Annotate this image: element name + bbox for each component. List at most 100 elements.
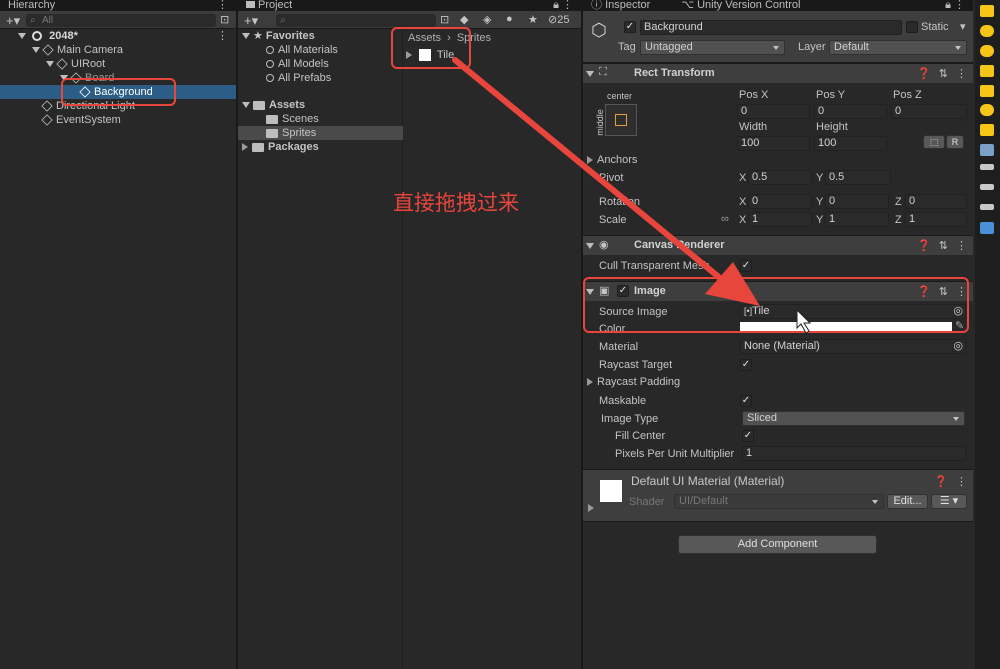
help-icon[interactable]: ❓ <box>917 240 931 252</box>
more-icon[interactable]: 🔒︎ ⋮ <box>945 0 965 11</box>
object-name-input[interactable]: Background <box>640 20 902 35</box>
anchor-preset-button[interactable] <box>605 104 637 136</box>
hierarchy-tab[interactable]: Hierarchy ⋮ <box>0 0 236 11</box>
expand-icon[interactable] <box>242 143 248 152</box>
folder-scenes[interactable]: Scenes <box>266 112 319 126</box>
file-tile[interactable]: Tile <box>406 48 454 62</box>
favorite-all-prefabs[interactable]: All Prefabs <box>266 71 331 85</box>
help-icon[interactable]: ❓ <box>934 476 948 488</box>
expand-icon[interactable] <box>406 51 412 60</box>
pos-x-input[interactable]: 0 <box>737 104 810 119</box>
drive-icon[interactable] <box>980 204 994 210</box>
drive-icon[interactable] <box>980 184 994 190</box>
folder-icon[interactable] <box>980 124 994 136</box>
width-input[interactable]: 100 <box>737 136 810 151</box>
more-icon[interactable]: ⋮ <box>956 68 967 80</box>
tab-version-control[interactable]: Unity Version Control <box>697 0 800 11</box>
color-swatch[interactable] <box>740 322 952 332</box>
hierarchy-item-main-camera[interactable]: Main Camera <box>0 43 236 57</box>
static-checkbox[interactable] <box>906 21 918 33</box>
expand-icon[interactable] <box>242 33 250 40</box>
pivot-y-input[interactable]: 0.5 <box>825 170 891 185</box>
network-icon[interactable] <box>980 222 994 234</box>
more-icon[interactable]: ⋮ <box>217 0 228 11</box>
scene-filter-icon[interactable]: ⊡ <box>220 13 229 26</box>
pivot-x-input[interactable]: 0.5 <box>748 170 812 185</box>
search-by-type-icon[interactable]: ⊡ <box>440 13 449 26</box>
layer-dropdown[interactable]: Default <box>829 40 967 55</box>
shader-options-button[interactable]: ☰ ▾ <box>931 494 967 509</box>
expand-icon[interactable] <box>46 61 54 68</box>
expand-icon[interactable] <box>60 75 68 82</box>
link-icon[interactable]: ∞ <box>721 213 729 225</box>
play-icon[interactable] <box>980 45 994 57</box>
shader-dropdown[interactable]: UI/Default <box>674 494 884 509</box>
expand-icon[interactable] <box>18 33 26 40</box>
expand-icon[interactable] <box>587 378 593 387</box>
folder-icon[interactable] <box>980 85 994 97</box>
folder-sprites[interactable]: Sprites <box>238 126 403 140</box>
hierarchy-item-uiroot[interactable]: UIRoot <box>0 57 236 71</box>
hierarchy-search-input[interactable]: ⌕ All <box>26 14 216 27</box>
alert-icon[interactable]: ● <box>506 13 513 25</box>
preset-icon[interactable]: ⇅ <box>939 286 948 298</box>
blueprint-mode-button[interactable]: ⬚ <box>923 135 945 149</box>
more-icon[interactable]: ⋮ <box>956 286 967 298</box>
rect-transform-header[interactable]: ⛶ Rect Transform ❓ ⇅ ⋮ <box>583 63 973 83</box>
expand-icon[interactable] <box>242 102 250 109</box>
project-search-input[interactable]: ⌕ <box>276 14 436 27</box>
canvas-renderer-header[interactable]: ◉ Canvas Renderer ❓ ⇅ ⋮ <box>583 235 973 255</box>
material-field[interactable]: None (Material) ◎ <box>740 339 966 354</box>
eyedropper-icon[interactable]: ✎ <box>955 319 964 332</box>
help-icon[interactable]: ❓ <box>917 286 931 298</box>
collapse-icon[interactable] <box>586 71 594 77</box>
drive-icon[interactable] <box>980 164 994 170</box>
tag-icon[interactable]: ◈ <box>483 13 491 26</box>
edit-shader-button[interactable]: Edit... <box>887 494 928 509</box>
raycast-target-checkbox[interactable]: ✓ <box>740 359 752 371</box>
favorite-all-models[interactable]: All Models <box>266 57 329 71</box>
hierarchy-item-board[interactable]: Board <box>0 71 236 85</box>
object-picker-icon[interactable]: ◎ <box>953 340 963 353</box>
source-image-field[interactable]: [•]Tile ◎ <box>740 304 966 319</box>
active-checkbox[interactable]: ✓ <box>624 21 636 33</box>
scale-x-input[interactable]: 1 <box>748 212 812 227</box>
tag-dropdown[interactable]: Untagged <box>640 40 785 55</box>
anchors-row[interactable]: Anchors <box>587 153 637 168</box>
favorites-row[interactable]: ★ Favorites <box>242 29 315 43</box>
more-icon[interactable]: ⋮ <box>956 240 967 252</box>
hierarchy-item-background[interactable]: Background <box>0 85 236 99</box>
collapse-icon[interactable] <box>586 289 594 295</box>
play-icon[interactable] <box>980 104 994 116</box>
rotation-z-input[interactable]: 0 <box>905 194 967 209</box>
collapse-icon[interactable] <box>586 243 594 249</box>
create-icon[interactable]: +▾ <box>244 13 258 29</box>
expand-icon[interactable] <box>32 47 40 54</box>
cull-transparent-mesh-checkbox[interactable]: ✓ <box>740 260 752 272</box>
preset-icon[interactable]: ⇅ <box>939 240 948 252</box>
hidden-packages-icon[interactable]: ⊘25 <box>548 13 569 26</box>
image-header[interactable]: ▣ ✓ Image ❓ ⇅ ⋮ <box>583 281 973 301</box>
folder-icon[interactable] <box>980 65 994 77</box>
rotation-x-input[interactable]: 0 <box>748 194 812 209</box>
tab-inspector[interactable]: Inspector <box>605 0 650 11</box>
pos-y-input[interactable]: 0 <box>814 104 887 119</box>
pos-z-input[interactable]: 0 <box>891 104 967 119</box>
chevron-down-icon[interactable]: ▾ <box>960 20 966 33</box>
favorite-all-materials[interactable]: All Materials <box>266 43 338 57</box>
expand-icon[interactable] <box>588 504 594 512</box>
add-icon[interactable]: +▾ <box>6 13 20 29</box>
project-tab[interactable]: Project 🔒︎ ⋮ <box>238 0 581 11</box>
preset-icon[interactable]: ⇅ <box>939 68 948 80</box>
breadcrumb-sprites[interactable]: Sprites <box>457 32 491 44</box>
height-input[interactable]: 100 <box>814 136 887 151</box>
object-picker-icon[interactable]: ◎ <box>953 305 963 318</box>
scene-row[interactable]: 2048* ⋮ <box>0 29 236 43</box>
more-icon[interactable]: ⋮ <box>956 476 967 488</box>
search-by-label-icon[interactable]: ◆ <box>460 13 468 26</box>
ppu-input[interactable]: 1 <box>742 446 966 461</box>
folder-icon[interactable] <box>980 5 994 17</box>
more-icon[interactable]: ⋮ <box>217 29 228 43</box>
add-component-button[interactable]: Add Component <box>678 535 877 554</box>
more-icon[interactable]: 🔒︎ ⋮ <box>553 0 573 11</box>
